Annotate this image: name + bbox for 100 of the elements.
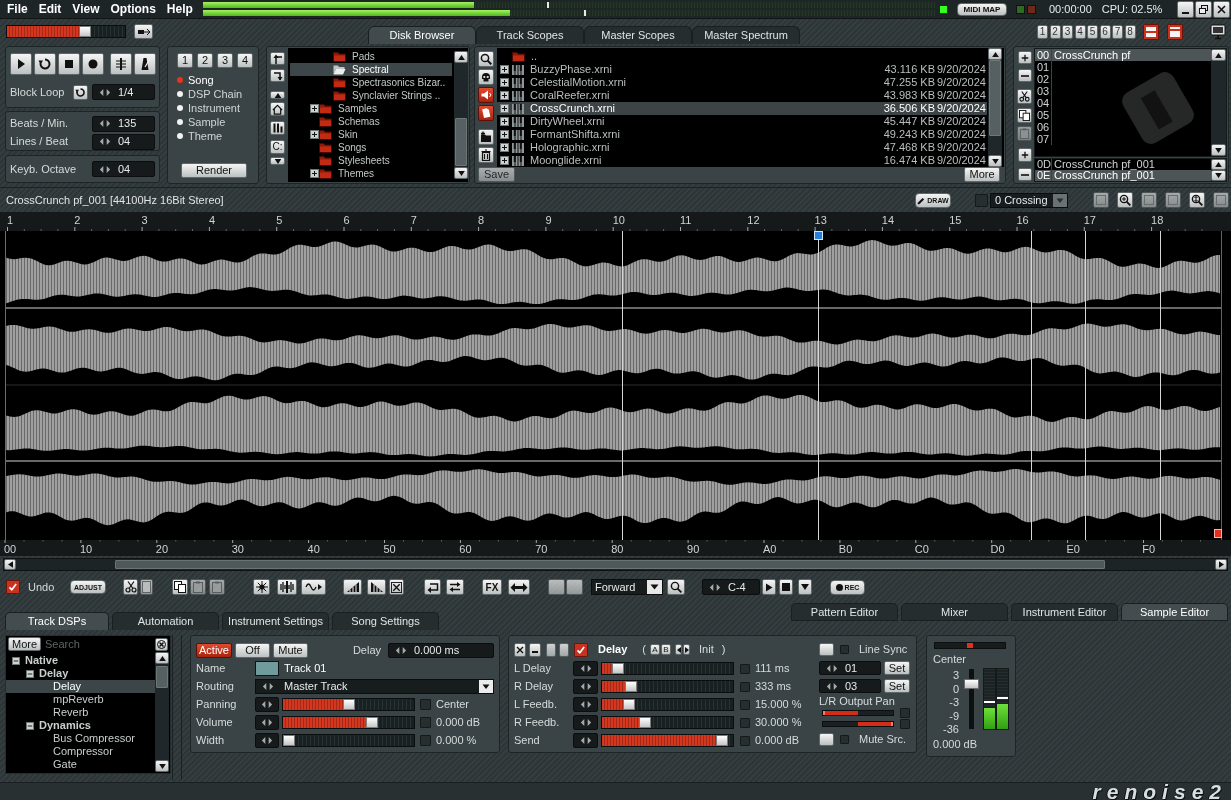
pan-slider[interactable] xyxy=(822,721,894,727)
more-button[interactable]: More xyxy=(964,167,1000,182)
dsp-tree-item[interactable]: Native xyxy=(6,654,155,667)
instrument-row[interactable]: 0E CrossCrunch pf_001 xyxy=(1035,170,1211,181)
dsp-tree-item[interactable]: Delay xyxy=(6,667,155,680)
nudge-button[interactable] xyxy=(255,714,279,730)
dsp-tree-item[interactable]: Reverb xyxy=(6,706,155,719)
radio-option[interactable]: Theme xyxy=(177,129,258,143)
radio-option[interactable]: Song xyxy=(177,73,258,87)
folder-item[interactable]: Songs xyxy=(290,141,452,154)
normalize-button[interactable] xyxy=(253,579,270,595)
menu-item[interactable]: View xyxy=(72,1,100,17)
preset-slot-button[interactable]: A xyxy=(650,644,661,655)
nudge-button[interactable] xyxy=(255,732,279,748)
value-spinner[interactable]: 1/4 xyxy=(92,84,155,100)
slider-track[interactable] xyxy=(282,715,415,729)
parent-folder-button[interactable] xyxy=(270,52,285,65)
file-row[interactable]: Moonglide.xrni 16.474 KB 9/20/2024 xyxy=(497,154,987,167)
clear-search-button[interactable] xyxy=(155,637,168,651)
new-folder-button[interactable] xyxy=(478,129,494,145)
checkbox[interactable] xyxy=(740,681,750,692)
slider-thumb[interactable] xyxy=(623,699,636,710)
scroll-up-button[interactable] xyxy=(1211,49,1226,61)
track-number-button[interactable]: 5 xyxy=(1087,24,1098,39)
split-view-icon[interactable] xyxy=(1142,23,1159,40)
slider-thumb[interactable] xyxy=(79,26,92,37)
fade-in-button[interactable] xyxy=(343,579,362,595)
checkbox[interactable] xyxy=(740,735,750,746)
slot-button[interactable]: 1 xyxy=(177,53,193,68)
file-row[interactable]: BuzzyPhase.xrni 43.116 KB 9/20/2024 xyxy=(497,63,987,76)
mix-paste-button[interactable] xyxy=(209,579,225,595)
instrument-row[interactable]: 00 CrossCrunch pf xyxy=(1035,49,1211,61)
tab[interactable]: Song Settings xyxy=(332,612,439,630)
dsp-tree-item[interactable]: mpReverb xyxy=(6,693,155,706)
state-button[interactable]: Off xyxy=(235,643,270,658)
random-button[interactable] xyxy=(478,69,494,85)
crop-button[interactable] xyxy=(140,579,153,595)
play-button[interactable] xyxy=(10,53,32,75)
zoom-fit-button[interactable] xyxy=(1189,192,1205,208)
slider-track[interactable] xyxy=(601,680,734,693)
loop-button[interactable] xyxy=(34,53,56,75)
file-row[interactable]: CelestialMotion.xrni 47.255 KB 9/20/2024 xyxy=(497,76,987,89)
dsp-tree-item[interactable]: Compressor xyxy=(6,745,155,758)
pan-slider[interactable] xyxy=(934,642,1006,649)
tab[interactable]: Disk Browser xyxy=(368,26,476,44)
fx-button[interactable]: FX xyxy=(482,579,502,595)
layout-icon[interactable] xyxy=(1166,23,1183,40)
render-button[interactable]: Render xyxy=(181,163,247,178)
remove-device-button[interactable] xyxy=(514,642,526,657)
zoom-button[interactable] xyxy=(1141,192,1157,208)
value-spinner[interactable]: 01 xyxy=(819,661,881,675)
track-number-button[interactable]: 6 xyxy=(1099,24,1111,39)
follow-button[interactable] xyxy=(110,53,132,75)
scroll-down-button[interactable] xyxy=(988,155,1002,167)
cut-button[interactable] xyxy=(123,579,138,595)
file-row[interactable]: CrossCrunch.xrni 36.506 KB 9/20/2024 xyxy=(497,102,987,115)
tab[interactable]: Instrument Settings xyxy=(222,612,329,630)
slider-track[interactable] xyxy=(601,698,734,711)
stop-button[interactable] xyxy=(58,53,80,75)
minimize-button[interactable] xyxy=(1177,0,1194,18)
slider-track[interactable] xyxy=(601,716,734,729)
folder-item[interactable]: Skin xyxy=(290,128,452,141)
dsp-tree-item[interactable]: Bus Compressor xyxy=(6,732,155,745)
close-button[interactable] xyxy=(1213,0,1230,18)
value-spinner[interactable]: 135 xyxy=(92,115,155,132)
scroll-up-button[interactable] xyxy=(988,48,1002,60)
scroll-down-button[interactable] xyxy=(155,760,169,772)
scrollbar[interactable] xyxy=(155,652,169,772)
scroll-up-button[interactable] xyxy=(454,51,468,63)
copy-button[interactable] xyxy=(1017,108,1032,123)
slider-thumb[interactable] xyxy=(624,681,637,692)
scrollbar[interactable] xyxy=(3,558,1228,571)
set-button[interactable]: Set xyxy=(884,661,910,675)
file-row[interactable]: DirtyWheel.xrni 45.447 KB 9/20/2024 xyxy=(497,115,987,128)
menu-item[interactable]: Options xyxy=(110,1,156,17)
loop-zoom-button[interactable] xyxy=(667,579,685,595)
drive-button[interactable]: C: xyxy=(270,140,285,154)
zoom-button[interactable] xyxy=(1093,192,1109,208)
folder-item[interactable]: Spectrasonics Bizar.. xyxy=(290,76,452,89)
silence-button[interactable] xyxy=(389,579,404,595)
block-loop-button[interactable] xyxy=(73,84,88,100)
checkbox[interactable] xyxy=(740,699,750,710)
folder-item[interactable]: Samples xyxy=(290,102,452,115)
checkbox[interactable] xyxy=(420,698,431,710)
zoom-button[interactable] xyxy=(1165,192,1181,208)
zoom-in-button[interactable] xyxy=(1117,192,1133,208)
file-row[interactable]: FormantShifta.xrni 49.243 KB 9/20/2024 xyxy=(497,128,987,141)
undo-checkbox[interactable] xyxy=(6,580,20,594)
bookmarks-button[interactable] xyxy=(270,121,285,135)
instrument-row[interactable]: 05 xyxy=(1035,109,1211,121)
zero-crossing-checkbox[interactable] xyxy=(975,193,988,207)
radio-option[interactable]: Instrument xyxy=(177,101,258,115)
note-spinner[interactable]: C-4 xyxy=(702,579,760,595)
slot-button[interactable]: 4 xyxy=(237,53,253,68)
scrollbar-thumb[interactable] xyxy=(156,666,168,688)
home-button[interactable] xyxy=(270,102,285,116)
dsp-tree-item[interactable]: Delay xyxy=(6,680,155,693)
nudge-button[interactable] xyxy=(573,697,598,712)
scrollbar[interactable] xyxy=(454,51,468,179)
enter-folder-button[interactable] xyxy=(270,69,285,82)
